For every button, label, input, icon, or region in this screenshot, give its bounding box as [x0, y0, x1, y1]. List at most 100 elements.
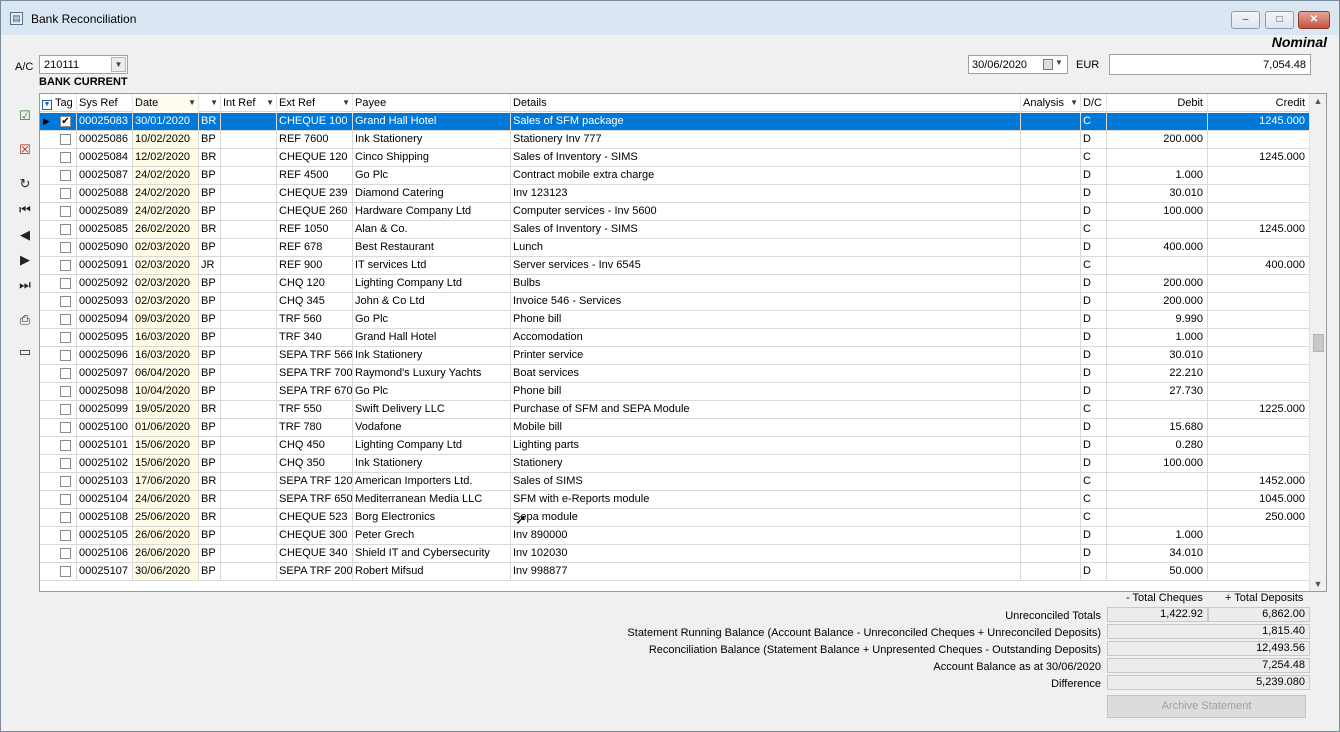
tag-checkbox[interactable]	[60, 548, 71, 559]
cell-payee: Shield IT and Cybersecurity	[353, 545, 511, 562]
cell-sysref: 00025091	[77, 257, 133, 274]
refresh-icon[interactable]: ↻	[15, 175, 35, 193]
table-row[interactable]: 00025104 24/06/2020 BR SEPA TRF 650 Mediterr…	[40, 491, 1310, 509]
tag-checkbox[interactable]	[60, 494, 71, 505]
tag-checkbox[interactable]	[60, 242, 71, 253]
table-row[interactable]: 00025098 10/04/2020 BP SEPA TRF 670 Go Plc Ph…	[40, 383, 1310, 401]
minimize-button[interactable]: –	[1231, 11, 1260, 29]
tag-checkbox[interactable]	[60, 188, 71, 199]
table-row[interactable]: 00025084 12/02/2020 BR CHEQUE 120 Cinco Ship…	[40, 149, 1310, 167]
tag-checkbox[interactable]	[60, 170, 71, 181]
scroll-up-icon[interactable]: ▲	[1310, 96, 1326, 106]
tag-checkbox[interactable]	[60, 278, 71, 289]
tag-checkbox[interactable]	[60, 350, 71, 361]
table-row[interactable]: 00025107 30/06/2020 BP SEPA TRF 200 Robert M…	[40, 563, 1310, 581]
account-select[interactable]: 210111 ▼	[39, 55, 128, 74]
column-header-payee[interactable]: Payee	[353, 94, 511, 112]
table-row[interactable]: 00025102 15/06/2020 BP CHQ 350 Ink Stationer…	[40, 455, 1310, 473]
cell-intref	[221, 293, 277, 310]
table-row[interactable]: 00025097 06/04/2020 BP SEPA TRF 700 Raymond'…	[40, 365, 1310, 383]
table-row[interactable]: 00025096 16/03/2020 BP SEPA TRF 566 Ink Stat…	[40, 347, 1310, 365]
cell-extref: TRF 340	[277, 329, 353, 346]
tag-checkbox[interactable]	[60, 332, 71, 343]
tag-checkbox[interactable]	[60, 422, 71, 433]
table-row[interactable]: 00025105 26/06/2020 BP CHEQUE 300 Peter Grec…	[40, 527, 1310, 545]
filter-dropdown-icon[interactable]: ▼	[210, 94, 218, 112]
table-row[interactable]: 00025088 24/02/2020 BP CHEQUE 239 Diamond Ca…	[40, 185, 1310, 203]
vertical-scrollbar[interactable]: ▲ ▼	[1309, 94, 1326, 591]
chevron-down-icon[interactable]: ▼	[1055, 58, 1063, 67]
table-row[interactable]: 00025101 15/06/2020 BP CHQ 450 Lighting Comp…	[40, 437, 1310, 455]
print-icon[interactable]: ⎙	[15, 311, 35, 329]
column-header-type[interactable]: ▼	[199, 94, 221, 112]
filter-dropdown-icon[interactable]: ▼	[1070, 94, 1078, 112]
maximize-button[interactable]: □	[1265, 11, 1294, 29]
column-header-sysref[interactable]: Sys Ref	[77, 94, 133, 112]
untag-all-icon[interactable]: ☒	[15, 141, 35, 159]
select-all-dropdown[interactable]: ▼	[40, 94, 52, 112]
tag-checkbox[interactable]	[60, 314, 71, 325]
tag-checkbox[interactable]	[60, 386, 71, 397]
tag-checkbox[interactable]	[60, 512, 71, 523]
export-icon[interactable]: ▭	[15, 343, 35, 361]
cell-details: SFM with e-Reports module	[511, 491, 1021, 508]
next-record-icon[interactable]: ▶	[15, 251, 35, 269]
archive-statement-button[interactable]: Archive Statement	[1107, 695, 1306, 718]
tag-checkbox[interactable]	[60, 476, 71, 487]
column-header-credit[interactable]: Credit	[1208, 94, 1310, 112]
tag-checkbox[interactable]	[60, 260, 71, 271]
tag-checkbox[interactable]	[60, 224, 71, 235]
scroll-down-icon[interactable]: ▼	[1310, 579, 1326, 589]
statement-date-picker[interactable]: 30/06/2020 ▼	[968, 55, 1068, 74]
tag-checkbox[interactable]	[60, 368, 71, 379]
tag-checkbox[interactable]	[60, 134, 71, 145]
table-row[interactable]: 00025087 24/02/2020 BP REF 4500 Go Plc Contra…	[40, 167, 1310, 185]
tag-checkbox[interactable]	[60, 296, 71, 307]
table-row[interactable]: 00025108 25/06/2020 BR CHEQUE 523 Borg Elect…	[40, 509, 1310, 527]
column-header-dc[interactable]: D/C	[1081, 94, 1107, 112]
table-row[interactable]: 00025095 16/03/2020 BP TRF 340 Grand Hall Ho…	[40, 329, 1310, 347]
tag-checkbox[interactable]	[60, 206, 71, 217]
column-header-details[interactable]: Details	[511, 94, 1021, 112]
tag-checkbox[interactable]	[60, 440, 71, 451]
filter-dropdown-icon[interactable]: ▼	[266, 94, 274, 112]
cell-payee: Grand Hall Hotel	[353, 113, 511, 130]
column-header-intref[interactable]: Int Ref ▼	[221, 94, 277, 112]
filter-dropdown-icon[interactable]: ▼	[342, 94, 350, 112]
table-row[interactable]: 00025086 10/02/2020 BP REF 7600 Ink Statione…	[40, 131, 1310, 149]
statement-balance-field[interactable]: 7,054.48	[1109, 54, 1311, 75]
tag-checkbox[interactable]	[60, 458, 71, 469]
close-button[interactable]: ✕	[1298, 11, 1330, 29]
tag-checkbox[interactable]	[60, 404, 71, 415]
chevron-down-icon[interactable]: ▼	[111, 57, 126, 72]
calendar-icon[interactable]	[1043, 59, 1053, 70]
table-row[interactable]: 00025089 24/02/2020 BP CHEQUE 260 Hardware C…	[40, 203, 1310, 221]
tag-checkbox[interactable]	[60, 530, 71, 541]
table-row[interactable]: 00025093 02/03/2020 BP CHQ 345 John & Co Ltd…	[40, 293, 1310, 311]
table-row[interactable]: 00025106 26/06/2020 BP CHEQUE 340 Shield IT …	[40, 545, 1310, 563]
table-row[interactable]: 00025085 26/02/2020 BR REF 1050 Alan & Co. Sa…	[40, 221, 1310, 239]
table-row[interactable]: ▶ ✔ 00025083 30/01/2020 BR CHEQUE 100 Grand Ha…	[40, 113, 1310, 131]
table-row[interactable]: 00025090 02/03/2020 BP REF 678 Best Restaura…	[40, 239, 1310, 257]
table-row[interactable]: 00025099 19/05/2020 BR TRF 550 Swift Deliver…	[40, 401, 1310, 419]
column-header-debit[interactable]: Debit	[1107, 94, 1208, 112]
first-record-icon[interactable]: ⏮	[15, 201, 35, 219]
column-header-analysis[interactable]: Analysis ▼	[1021, 94, 1081, 112]
table-row[interactable]: 00025100 01/06/2020 BP TRF 780 Vodafone Mobil…	[40, 419, 1310, 437]
table-row[interactable]: 00025091 02/03/2020 JR REF 900 IT services L…	[40, 257, 1310, 275]
sort-desc-icon[interactable]: ▼	[188, 94, 196, 112]
column-header-extref[interactable]: Ext Ref ▼	[277, 94, 353, 112]
scroll-thumb[interactable]	[1313, 334, 1324, 352]
tag-checkbox[interactable]: ✔	[60, 116, 71, 127]
last-record-icon[interactable]: ⏭	[15, 276, 35, 294]
column-header-date[interactable]: Date ▼	[133, 94, 199, 112]
tag-all-icon[interactable]: ☑	[15, 107, 35, 125]
previous-record-icon[interactable]: ◀	[15, 226, 35, 244]
tag-checkbox[interactable]	[60, 152, 71, 163]
tag-checkbox[interactable]	[60, 566, 71, 577]
table-row[interactable]: 00025094 09/03/2020 BP TRF 560 Go Plc Phone b…	[40, 311, 1310, 329]
table-row[interactable]: 00025103 17/06/2020 BR SEPA TRF 120 American…	[40, 473, 1310, 491]
table-row[interactable]: 00025092 02/03/2020 BP CHQ 120 Lighting Comp…	[40, 275, 1310, 293]
cell-credit: 1225.000	[1208, 401, 1310, 418]
column-header-tag[interactable]: Tag	[53, 94, 77, 112]
